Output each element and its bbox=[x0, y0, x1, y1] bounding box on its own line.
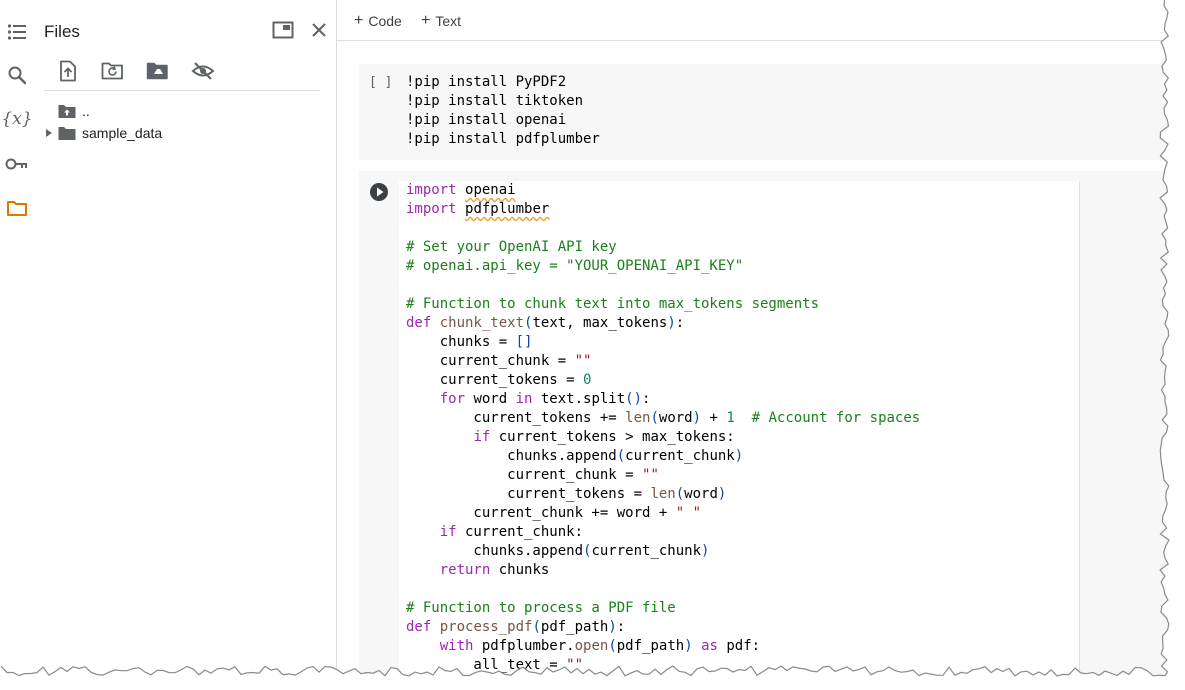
notebook-toolbar: + Code + Text bbox=[337, 0, 1185, 41]
close-icon[interactable] bbox=[305, 16, 333, 44]
code-line: current_tokens += len(word) + 1 # Accoun… bbox=[406, 410, 921, 426]
code-line: current_tokens = len(word) bbox=[406, 486, 727, 502]
code-line: with pdfplumber.open(pdf_path) as pdf: bbox=[439, 638, 761, 654]
mount-drive-icon[interactable] bbox=[144, 57, 172, 85]
code-line: import pdfplumber bbox=[406, 201, 550, 217]
code-cell-chunking[interactable]: import openai import pdfplumber # Set yo… bbox=[359, 171, 1185, 690]
tree-item-sample-data[interactable]: sample_data bbox=[42, 123, 162, 143]
open-in-tab-icon[interactable] bbox=[269, 16, 297, 44]
add-text-label: Text bbox=[435, 13, 462, 29]
code-editor[interactable]: !pip install PyPDF2 !pip install tiktoke… bbox=[406, 73, 600, 149]
play-circle-icon bbox=[370, 183, 388, 201]
code-line: def process_pdf(pdf_path): bbox=[406, 619, 626, 635]
add-code-button[interactable]: + Code bbox=[354, 11, 402, 31]
plus-icon: + bbox=[354, 12, 364, 29]
parent-folder-icon bbox=[56, 104, 78, 119]
files-folder-icon[interactable] bbox=[4, 195, 30, 221]
code-line: if current_tokens > max_tokens: bbox=[473, 429, 735, 445]
code-line: # Function to chunk text into max_tokens… bbox=[406, 296, 820, 312]
tree-item-label: sample_data bbox=[82, 125, 163, 141]
left-icon-rail: {x} bbox=[0, 0, 34, 690]
code-line: for word in text.split(): bbox=[439, 391, 651, 407]
code-editor[interactable]: import openai import pdfplumber # Set yo… bbox=[399, 181, 1080, 690]
code-line: # Set your OpenAI API key bbox=[406, 239, 617, 255]
run-cell-button[interactable] bbox=[369, 182, 389, 202]
code-line: current_chunk = "" bbox=[406, 353, 592, 369]
code-line: current_tokens = 0 bbox=[406, 372, 592, 388]
code-line: current_chunk = "" bbox=[406, 467, 659, 483]
code-line: chunks.append(current_chunk) bbox=[406, 448, 744, 464]
code-line: chunks = [] bbox=[406, 334, 533, 350]
code-line: !pip install pdfplumber bbox=[406, 131, 600, 147]
hide-files-icon[interactable] bbox=[189, 57, 217, 85]
refresh-folder-icon[interactable] bbox=[99, 57, 127, 85]
tree-item-label: .. bbox=[82, 103, 90, 119]
upload-file-icon[interactable] bbox=[54, 57, 82, 85]
code-block: import openai import pdfplumber # Set yo… bbox=[406, 181, 920, 675]
code-line: # Function to process a PDF file bbox=[406, 600, 676, 616]
code-line: chunks.append(current_chunk) bbox=[406, 543, 710, 559]
code-cell-pip-install[interactable]: [ ] !pip install PyPDF2 !pip install tik… bbox=[359, 64, 1185, 160]
variables-icon[interactable]: {x} bbox=[1, 106, 33, 132]
expand-caret-icon[interactable] bbox=[42, 129, 56, 137]
code-line: !pip install PyPDF2 bbox=[406, 74, 567, 90]
colab-notebook-window: {x} Files .. sample_data + Code + Text [… bbox=[0, 0, 1185, 690]
add-text-button[interactable]: + Text bbox=[421, 11, 461, 31]
code-line: # openai.api_key = "YOUR_OPENAI_API_KEY" bbox=[406, 258, 744, 274]
code-line: current_chunk += word + " " bbox=[406, 505, 702, 521]
plus-icon: + bbox=[421, 12, 431, 29]
code-line: def chunk_text(text, max_tokens): bbox=[406, 315, 685, 331]
files-toolbar bbox=[54, 57, 234, 85]
code-line: !pip install openai bbox=[406, 112, 567, 128]
code-line: return chunks bbox=[439, 562, 550, 578]
code-line: all_text = "" bbox=[406, 657, 584, 673]
execution-count-bracket[interactable]: [ ] bbox=[369, 75, 392, 90]
files-panel-title: Files bbox=[44, 22, 80, 41]
notebook-main: + Code + Text [ ] !pip install PyPDF2 !p… bbox=[337, 0, 1185, 690]
variables-icon-label: {x} bbox=[1, 109, 33, 129]
code-line: !pip install tiktoken bbox=[406, 93, 584, 109]
table-of-contents-icon[interactable] bbox=[4, 19, 30, 45]
files-divider bbox=[44, 90, 320, 91]
tree-item-parent[interactable]: .. bbox=[42, 101, 90, 121]
add-code-label: Code bbox=[368, 13, 402, 29]
search-icon[interactable] bbox=[4, 62, 30, 88]
code-line: import openai bbox=[406, 182, 516, 198]
files-panel: Files .. sample_data bbox=[34, 0, 337, 690]
folder-icon bbox=[56, 126, 78, 141]
secrets-key-icon[interactable] bbox=[4, 151, 30, 177]
code-line: if current_chunk: bbox=[439, 524, 584, 540]
